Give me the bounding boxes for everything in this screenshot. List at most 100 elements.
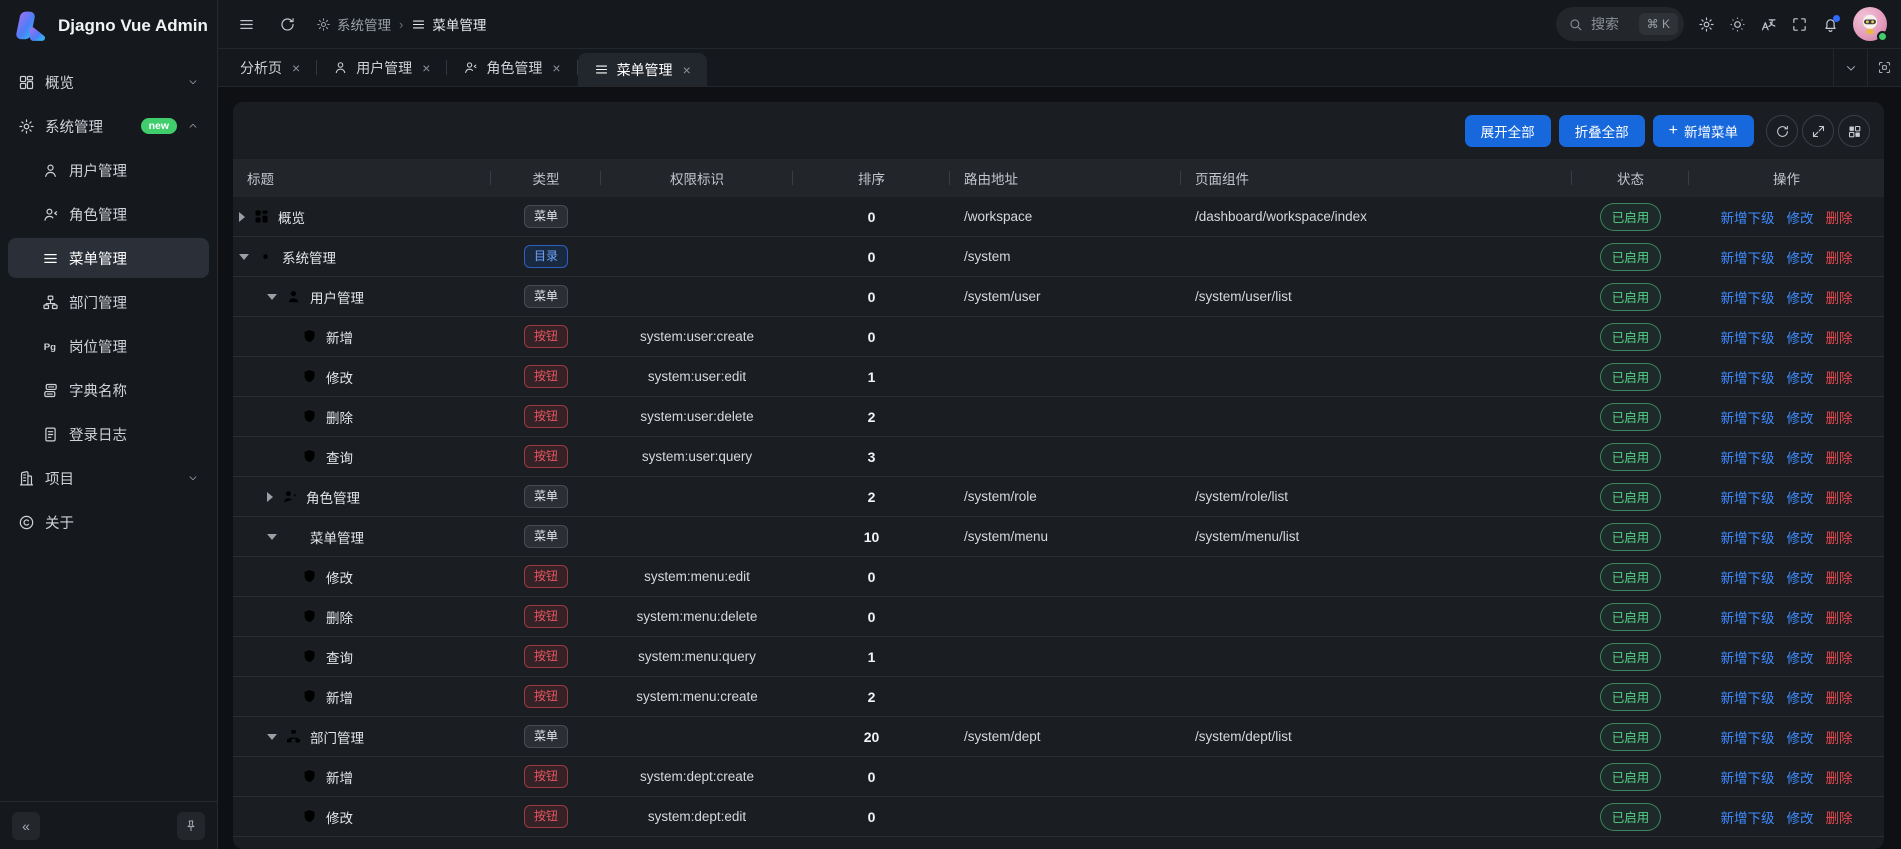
sidebar-item-menu[interactable]: 菜单管理 (8, 238, 209, 278)
add-child-link[interactable]: 新增下级 (1721, 687, 1775, 707)
tab-user[interactable]: 用户管理 × (317, 49, 446, 86)
sidebar-item-user[interactable]: 用户管理 (8, 150, 209, 190)
collapse-all-button[interactable]: 折叠全部 (1559, 115, 1645, 147)
column-settings-button[interactable] (1838, 115, 1870, 147)
refresh-button[interactable] (1766, 115, 1798, 147)
component-path: /system/menu/list (1181, 529, 1572, 544)
edit-link[interactable]: 修改 (1787, 407, 1814, 427)
sidebar-item-project[interactable]: 项目 (8, 458, 209, 498)
tab-close-icon[interactable]: × (552, 60, 560, 76)
expand-all-button[interactable]: 展开全部 (1465, 115, 1551, 147)
tab-menu[interactable]: 菜单管理 × (578, 53, 707, 86)
search-input[interactable]: 搜索 ⌘ K (1556, 7, 1684, 41)
delete-link[interactable]: 删除 (1826, 207, 1853, 227)
tab-close-icon[interactable]: × (683, 62, 691, 78)
sidebar-item-dict[interactable]: 字典名称 (8, 370, 209, 410)
add-child-link[interactable]: 新增下级 (1721, 807, 1775, 827)
sidebar-collapse-button[interactable]: « (12, 812, 40, 840)
edit-link[interactable]: 修改 (1787, 447, 1814, 467)
edit-link[interactable]: 修改 (1787, 607, 1814, 627)
edit-link[interactable]: 修改 (1787, 767, 1814, 787)
tab-close-icon[interactable]: × (292, 60, 300, 76)
edit-link[interactable]: 修改 (1787, 727, 1814, 747)
edit-link[interactable]: 修改 (1787, 527, 1814, 547)
edit-link[interactable]: 修改 (1787, 287, 1814, 307)
add-child-link[interactable]: 新增下级 (1721, 327, 1775, 347)
tab-list-dropdown-button[interactable] (1833, 49, 1867, 86)
add-child-link[interactable]: 新增下级 (1721, 207, 1775, 227)
notifications-button[interactable] (1818, 12, 1843, 37)
delete-link[interactable]: 删除 (1826, 727, 1853, 747)
sidebar-item-dept[interactable]: 部门管理 (8, 282, 209, 322)
app-logo[interactable]: Djagno Vue Admin (0, 0, 217, 52)
add-child-link[interactable]: 新增下级 (1721, 367, 1775, 387)
fullscreen-button[interactable] (1787, 12, 1812, 37)
delete-link[interactable]: 删除 (1826, 367, 1853, 387)
add-child-link[interactable]: 新增下级 (1721, 727, 1775, 747)
delete-link[interactable]: 删除 (1826, 647, 1853, 667)
add-child-link[interactable]: 新增下级 (1721, 607, 1775, 627)
tab-analysis[interactable]: 分析页 × (224, 49, 316, 86)
tab-fullscreen-button[interactable] (1867, 49, 1901, 86)
tree-icon (42, 294, 59, 311)
delete-link[interactable]: 删除 (1826, 327, 1853, 347)
sidebar-item-overview[interactable]: 概览 (8, 62, 209, 102)
add-menu-button[interactable]: +新增菜单 (1653, 115, 1754, 147)
tab-close-icon[interactable]: × (422, 60, 430, 76)
delete-link[interactable]: 删除 (1826, 527, 1853, 547)
tree-expand-arrow[interactable] (267, 492, 273, 502)
add-child-link[interactable]: 新增下级 (1721, 447, 1775, 467)
edit-link[interactable]: 修改 (1787, 367, 1814, 387)
tree-collapse-arrow[interactable] (239, 254, 249, 260)
add-child-link[interactable]: 新增下级 (1721, 767, 1775, 787)
add-child-link[interactable]: 新增下级 (1721, 247, 1775, 267)
component-path: /system/dept/list (1181, 729, 1572, 744)
settings-button[interactable] (1694, 12, 1719, 37)
tree-collapse-arrow[interactable] (267, 294, 277, 300)
tree-collapse-arrow[interactable] (267, 734, 277, 740)
tree-collapse-arrow[interactable] (267, 534, 277, 540)
sort-order: 1 (793, 369, 950, 385)
add-child-link[interactable]: 新增下级 (1721, 527, 1775, 547)
breadcrumb-item[interactable]: 系统管理 (316, 14, 391, 34)
tree-expand-arrow[interactable] (239, 212, 245, 222)
add-child-link[interactable]: 新增下级 (1721, 287, 1775, 307)
delete-link[interactable]: 删除 (1826, 407, 1853, 427)
delete-link[interactable]: 删除 (1826, 687, 1853, 707)
delete-link[interactable]: 删除 (1826, 487, 1853, 507)
edit-link[interactable]: 修改 (1787, 327, 1814, 347)
sidebar-item-system[interactable]: 系统管理 new (8, 106, 209, 146)
edit-link[interactable]: 修改 (1787, 247, 1814, 267)
edit-link[interactable]: 修改 (1787, 687, 1814, 707)
avatar[interactable] (1853, 7, 1887, 41)
breadcrumb-item[interactable]: 菜单管理 (411, 14, 486, 34)
edit-link[interactable]: 修改 (1787, 487, 1814, 507)
sidebar-item-role[interactable]: 角色管理 (8, 194, 209, 234)
edit-link[interactable]: 修改 (1787, 647, 1814, 667)
sidebar-item-about[interactable]: 关于 (8, 502, 209, 542)
delete-link[interactable]: 删除 (1826, 607, 1853, 627)
tab-role[interactable]: 角色管理 × (447, 49, 576, 86)
add-child-link[interactable]: 新增下级 (1721, 407, 1775, 427)
edit-link[interactable]: 修改 (1787, 807, 1814, 827)
delete-link[interactable]: 删除 (1826, 767, 1853, 787)
menu-toggle-icon[interactable] (234, 12, 259, 37)
delete-link[interactable]: 删除 (1826, 447, 1853, 467)
delete-link[interactable]: 删除 (1826, 807, 1853, 827)
refresh-page-icon[interactable] (275, 12, 300, 37)
fullscreen-table-button[interactable] (1802, 115, 1834, 147)
add-child-link[interactable]: 新增下级 (1721, 647, 1775, 667)
sidebar-item-post[interactable]: 岗位管理 (8, 326, 209, 366)
delete-link[interactable]: 删除 (1826, 247, 1853, 267)
delete-link[interactable]: 删除 (1826, 287, 1853, 307)
sidebar-pin-button[interactable] (177, 812, 205, 840)
language-button[interactable] (1756, 12, 1781, 37)
sidebar-item-log[interactable]: 登录日志 (8, 414, 209, 454)
theme-button[interactable] (1725, 12, 1750, 37)
edit-link[interactable]: 修改 (1787, 567, 1814, 587)
type-badge: 按钮 (524, 765, 568, 787)
add-child-link[interactable]: 新增下级 (1721, 567, 1775, 587)
add-child-link[interactable]: 新增下级 (1721, 487, 1775, 507)
edit-link[interactable]: 修改 (1787, 207, 1814, 227)
delete-link[interactable]: 删除 (1826, 567, 1853, 587)
